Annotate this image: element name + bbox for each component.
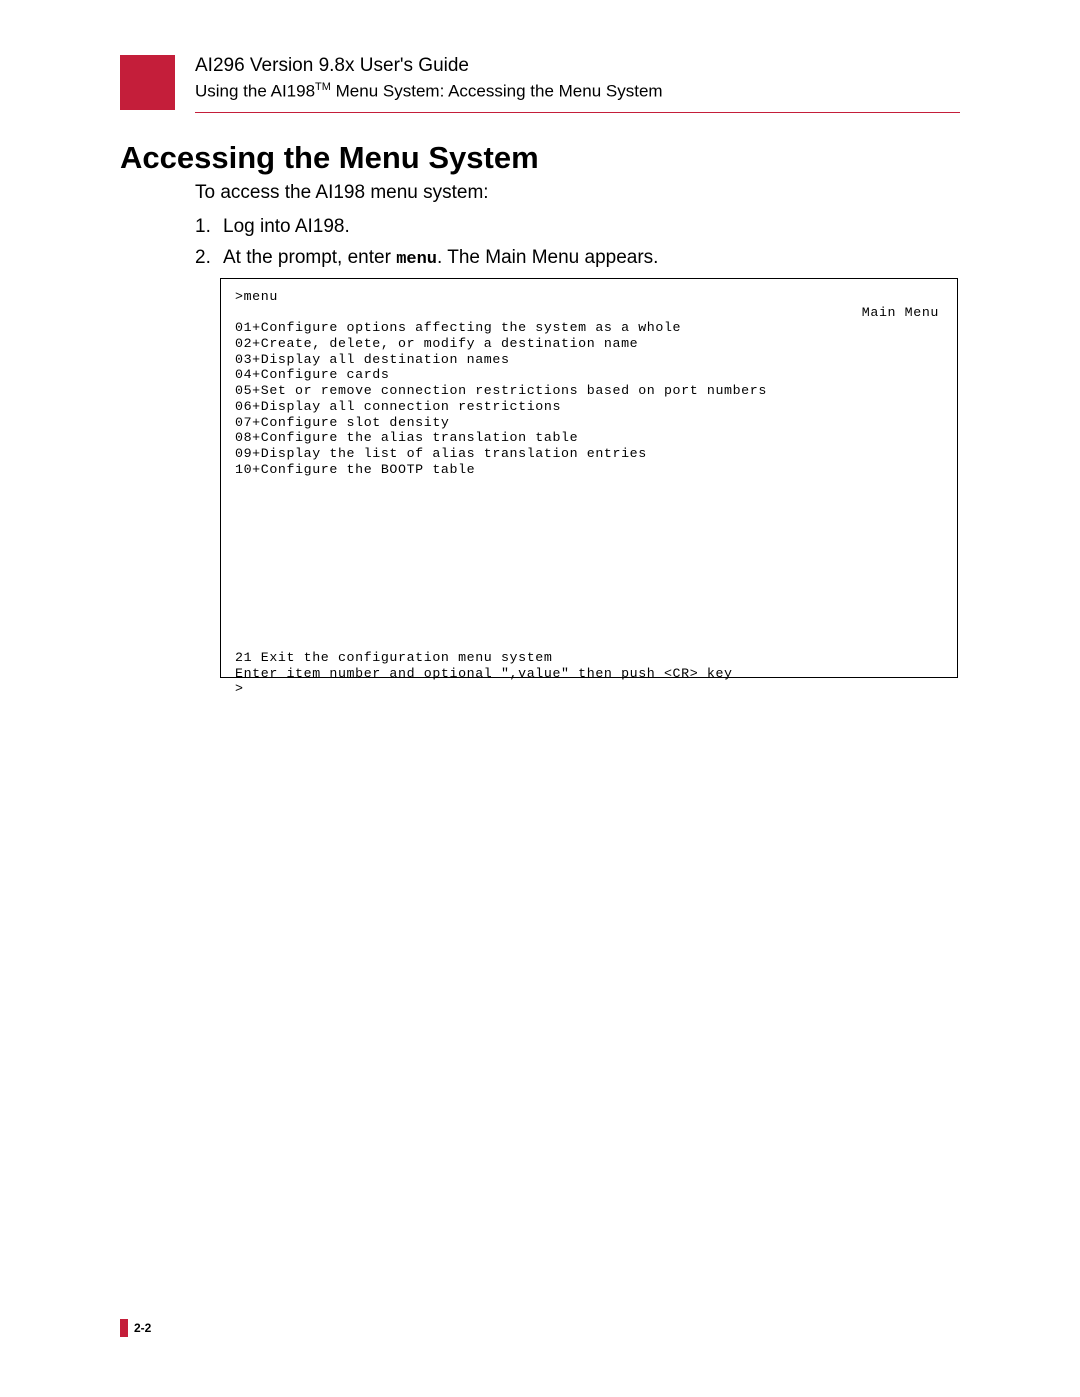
header-subtitle-suffix: Menu System: Accessing the Menu System [331,82,663,101]
step-text-prefix: At the prompt, enter [223,247,396,268]
document-page: AI296 Version 9.8x User's Guide Using th… [0,0,1080,1397]
header-title: AI296 Version 9.8x User's Guide [195,55,960,77]
step-text: Log into AI198. [223,212,350,241]
intro-text: To access the AI198 menu system: [195,182,489,204]
footer-accent [120,1319,128,1337]
trademark-superscript: TM [315,81,331,93]
header-accent-square [120,55,175,110]
step-number: 1. [195,212,223,241]
page-number: 2-2 [134,1321,151,1335]
ordered-steps: 1. Log into AI198. 2. At the prompt, ent… [195,212,658,276]
terminal-output: >menu 01+Configure options affecting the… [220,278,958,678]
command-text: menu [396,250,437,269]
step-text: At the prompt, enter menu. The Main Menu… [223,243,658,273]
header-divider [195,112,960,113]
page-footer: 2-2 [120,1319,151,1337]
section-heading: Accessing the Menu System [120,140,539,176]
step-text-suffix: . The Main Menu appears. [437,247,658,268]
terminal-title: Main Menu [862,305,939,321]
step-item: 1. Log into AI198. [195,212,658,241]
step-number: 2. [195,243,223,273]
step-item: 2. At the prompt, enter menu. The Main M… [195,243,658,273]
header-subtitle: Using the AI198TM Menu System: Accessing… [195,81,960,102]
header-subtitle-prefix: Using the AI198 [195,82,315,101]
page-header: AI296 Version 9.8x User's Guide Using th… [195,55,960,102]
